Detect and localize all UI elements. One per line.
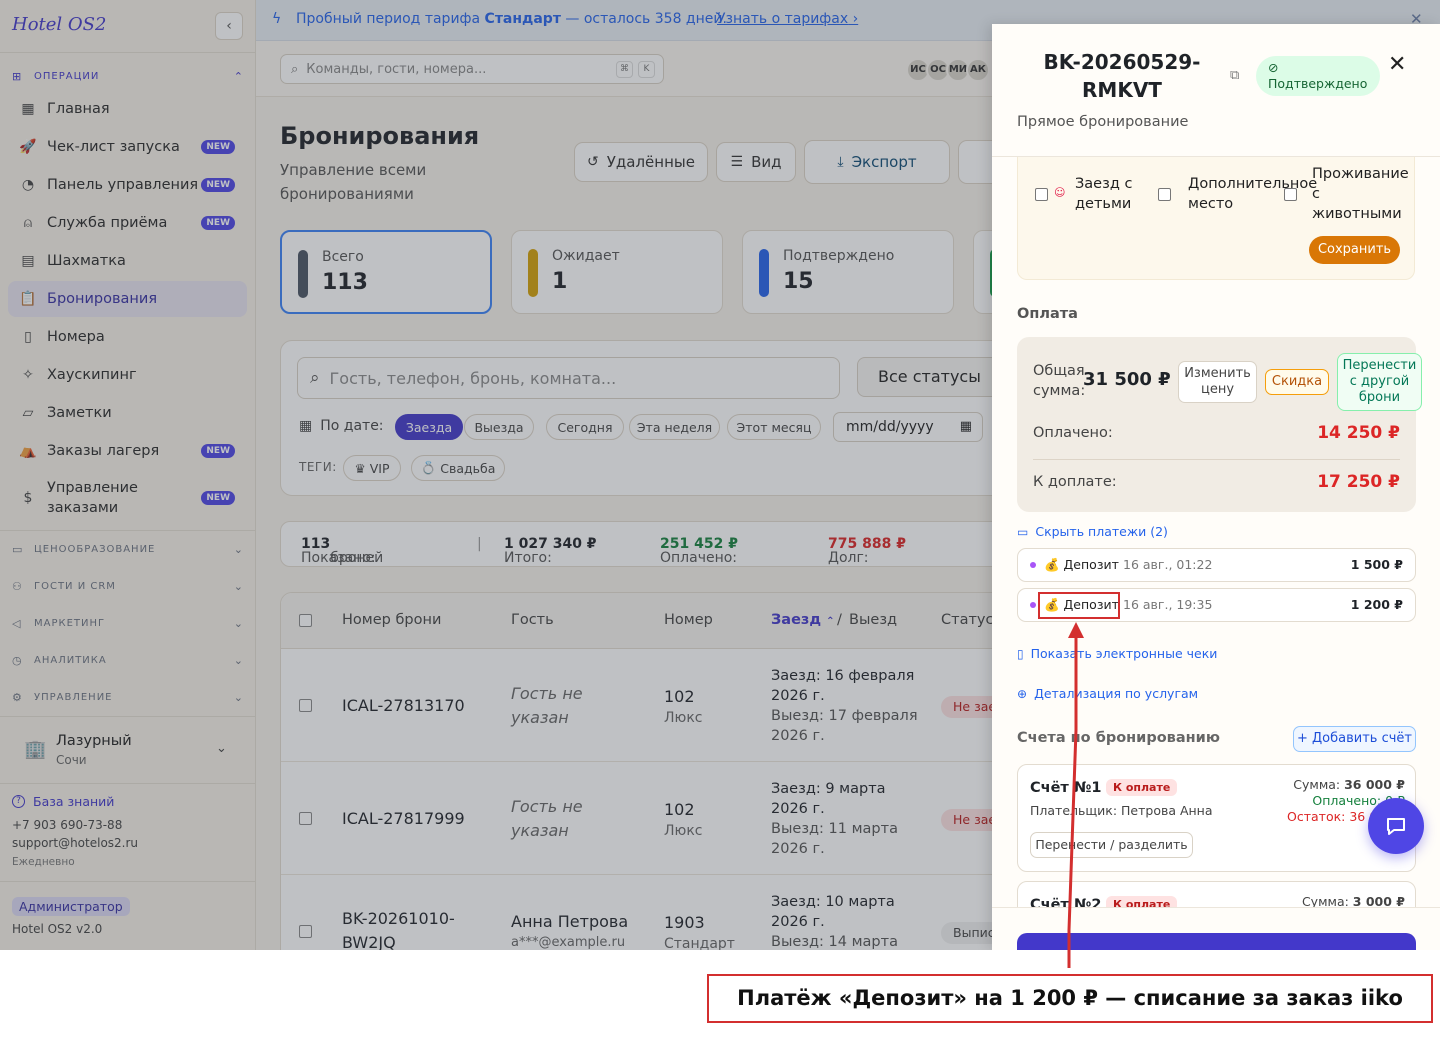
payment-date: 16 авг., 19:35 [1123,597,1213,612]
chat-icon [1387,818,1405,835]
status-badge: ⊘ Подтверждено [1256,56,1380,96]
payment-title: Оплата [1017,306,1078,322]
payment-date: 16 авг., 01:22 [1123,557,1213,572]
payment-summary: Общая сумма: 31 500 ₽ Изменить цену Скид… [1017,337,1422,512]
total-value: 31 500 ₽ [1083,369,1171,390]
pref-label: Заезд с детьми [1075,176,1133,212]
show-receipts-label: Показать электронные чеки [1030,646,1218,661]
split-invoice-button[interactable]: Перенести / разделить [1030,832,1193,858]
invoice-sum-value: 36 000 ₽ [1344,777,1405,792]
chat-button[interactable] [1368,798,1424,854]
invoice-sum: Сумма: 36 000 ₽ [1287,777,1405,793]
payment-dot [1030,602,1036,608]
change-price-button[interactable]: Изменить цену [1178,361,1257,403]
hide-payments-label: Скрыть платежи (2) [1035,524,1168,539]
pref-label: Дополнительное место [1188,176,1318,212]
divider [1033,459,1400,460]
drawer-header: BK-20260529-RMKVT ⧉ ⊘ Подтверждено ✕ Прям… [992,24,1440,157]
total-label: Общая сумма: [1033,363,1086,399]
invoices-title: Счета по бронированию [1017,730,1220,746]
pref-label: Проживание с животными [1312,166,1409,222]
invoice-payer: Плательщик: Петрова Анна [1030,803,1213,818]
save-button[interactable]: Сохранить [1309,236,1400,264]
service-details-link[interactable]: ⊕ Детализация по услугам [1017,686,1198,701]
payment-dot [1030,562,1036,568]
primary-action-button[interactable] [1017,933,1416,950]
booking-code: BK-20260529-RMKVT [1043,50,1201,102]
paid-value: 14 250 ₽ [1317,423,1400,443]
transfer-button[interactable]: Перенести с другой брони [1337,353,1422,411]
status-label: Подтверждено [1268,76,1368,91]
discount-button[interactable]: Скидка [1265,369,1329,395]
payment-name: 💰 Депозит [1044,557,1119,572]
add-invoice-button[interactable]: + Добавить счёт [1293,726,1416,752]
pref-checkbox[interactable] [1284,188,1297,201]
payment-amount: 1 500 ₽ [1350,557,1403,572]
pref-checkbox[interactable] [1035,188,1048,201]
credit-card-icon: ▭ [1017,524,1029,539]
child-icon: ☺ [1054,186,1066,199]
due-value: 17 250 ₽ [1317,472,1400,492]
annotation-caption: Платёж «Депозит» на 1 200 ₽ — списание з… [707,974,1433,1023]
highlight-box [1038,592,1120,619]
close-icon[interactable]: ✕ [1388,52,1406,77]
invoice-status-badge: К оплате [1106,779,1178,796]
plus-circle-icon: ⊕ [1017,686,1028,701]
document-icon: ▯ [1017,646,1024,661]
invoice-card[interactable]: Счёт №1 К оплате Плательщик: Петрова Анн… [1017,764,1416,872]
booking-source: Прямое бронирование [1017,114,1189,130]
paid-label: Оплачено: [1033,425,1113,441]
app-window: Hotel OS2 ‹ ⊞ ОПЕРАЦИИ ⌃ ▦ Главная 🚀 Чек… [0,0,1440,950]
payment-amount: 1 200 ₽ [1350,597,1403,612]
drawer-footer [992,907,1440,950]
check-circle-icon: ⊘ [1268,60,1279,75]
invoice-name: Счёт №1 [1030,780,1102,796]
hide-payments-link[interactable]: ▭ Скрыть платежи (2) [1017,524,1168,539]
due-label: К доплате: [1033,474,1117,490]
show-receipts-link[interactable]: ▯ Показать электронные чеки [1017,646,1217,661]
service-details-label: Детализация по услугам [1034,686,1199,701]
invoice-sum-label: Сумма: [1293,777,1341,792]
pref-checkbox[interactable] [1158,188,1171,201]
copy-icon[interactable]: ⧉ [1230,68,1239,83]
guest-preferences: ☺ Заезд с детьми Дополнительное место Пр… [1017,157,1415,280]
payment-row[interactable]: 💰 Депозит 16 авг., 01:22 1 500 ₽ [1017,548,1416,582]
